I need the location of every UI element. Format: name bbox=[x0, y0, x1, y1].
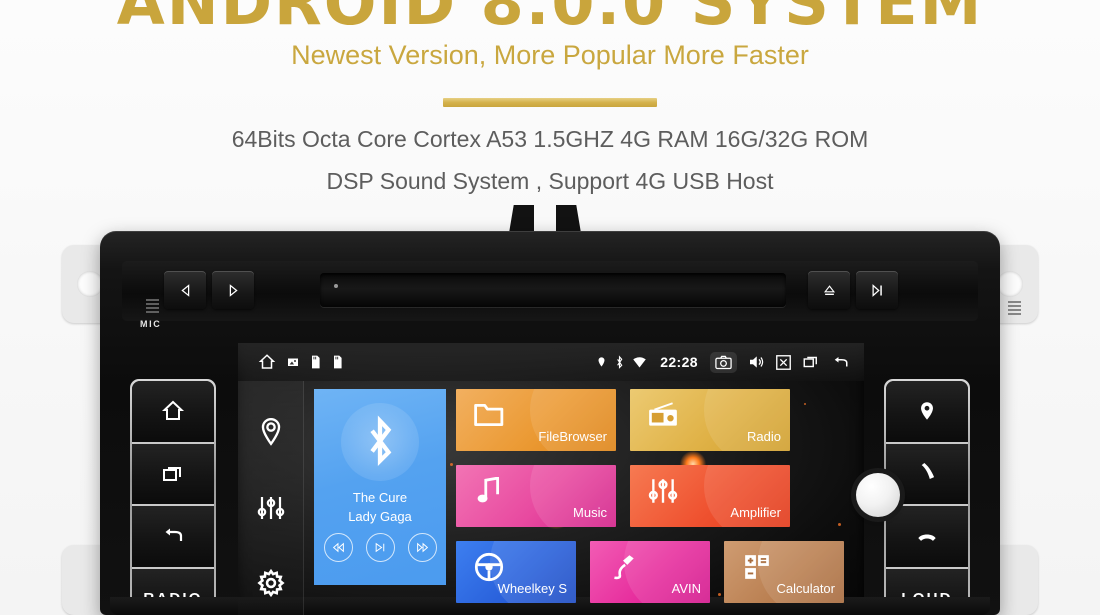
bluetooth-badge bbox=[341, 403, 419, 481]
close-x-icon[interactable] bbox=[775, 354, 792, 371]
eject-icon bbox=[823, 284, 835, 295]
widget-controls bbox=[323, 533, 437, 562]
phone-answer-icon bbox=[921, 462, 935, 479]
tile-avin[interactable]: AVIN bbox=[590, 541, 710, 603]
spec-line-2: DSP Sound System , Support 4G USB Host bbox=[326, 168, 774, 194]
home-icon bbox=[161, 400, 185, 421]
back-arrow-icon[interactable] bbox=[830, 353, 850, 371]
volume-knob[interactable] bbox=[856, 473, 900, 517]
hardkey-navigation[interactable] bbox=[886, 381, 968, 444]
tile-label: FileBrowser bbox=[538, 429, 607, 444]
hardkey-home[interactable] bbox=[132, 381, 214, 444]
play-pause-icon bbox=[872, 283, 882, 297]
recent-apps-icon bbox=[163, 466, 181, 481]
bezel-play-pause-button[interactable] bbox=[856, 271, 898, 309]
image-icon bbox=[288, 358, 298, 366]
android-screen[interactable]: 22:28 The Cure Lady Gaga FileBrowser Rad… bbox=[238, 343, 864, 615]
bezel-next-button[interactable] bbox=[212, 271, 254, 309]
folder-icon bbox=[472, 398, 506, 432]
top-bezel: MIC bbox=[122, 261, 1021, 329]
location-pin-icon[interactable] bbox=[258, 417, 284, 447]
wifi-icon bbox=[633, 356, 646, 367]
triangle-right-icon bbox=[229, 283, 238, 297]
bluetooth-music-widget[interactable]: The Cure Lady Gaga bbox=[314, 389, 446, 585]
bluetooth-icon bbox=[617, 354, 623, 369]
equalizer-icon bbox=[646, 474, 680, 508]
app-tile-grid: FileBrowser Radio Music Amplifier Wheelk… bbox=[456, 389, 844, 615]
slot-indicator bbox=[334, 284, 338, 288]
back-arrow-icon bbox=[165, 528, 183, 542]
tile-music[interactable]: Music bbox=[456, 465, 616, 527]
mic-grill-icon bbox=[146, 299, 159, 315]
camera-button[interactable] bbox=[710, 351, 737, 373]
hardkey-back[interactable] bbox=[132, 506, 214, 569]
tile-label: Music bbox=[573, 505, 607, 520]
play-pause-icon bbox=[375, 542, 384, 553]
plug-cable-icon bbox=[606, 550, 640, 584]
tile-calculator[interactable]: Calculator bbox=[724, 541, 844, 603]
widget-previous-button[interactable] bbox=[323, 533, 353, 562]
page-title: ANDROID 8.0.0 SYSTEM bbox=[116, 0, 984, 39]
radio-icon bbox=[646, 398, 680, 432]
tile-row: Music Amplifier bbox=[456, 465, 844, 527]
tile-label: AVIN bbox=[671, 581, 701, 596]
tile-amplifier[interactable]: Amplifier bbox=[630, 465, 790, 527]
widget-track-artist: Lady Gaga bbox=[348, 509, 412, 524]
location-pin-icon bbox=[921, 402, 933, 420]
bezel-previous-button[interactable] bbox=[164, 271, 206, 309]
recent-apps-icon[interactable] bbox=[802, 353, 820, 371]
previous-icon bbox=[332, 542, 344, 553]
widget-play-pause-button[interactable] bbox=[365, 533, 395, 562]
tile-label: Radio bbox=[747, 429, 781, 444]
bluetooth-icon bbox=[370, 415, 392, 467]
tile-radio[interactable]: Radio bbox=[630, 389, 790, 451]
phone-hangup-icon bbox=[918, 534, 936, 542]
car-stereo-unit: MIC 22:28 The Cure Lady Gaga FileBrowser… bbox=[0, 205, 1100, 615]
spec-line-1: 64Bits Octa Core Cortex A53 1.5GHZ 4G RA… bbox=[231, 126, 869, 152]
tile-filebrowser[interactable]: FileBrowser bbox=[456, 389, 616, 451]
tile-label: Amplifier bbox=[730, 505, 781, 520]
widget-next-button[interactable] bbox=[407, 533, 437, 562]
screen-side-rail bbox=[238, 381, 304, 615]
device-chassis: MIC 22:28 The Cure Lady Gaga FileBrowser… bbox=[100, 231, 1021, 615]
product-banner: ANDROID 8.0.0 SYSTEM Newest Version, Mor… bbox=[0, 0, 1100, 615]
mic-label: MIC bbox=[140, 319, 162, 329]
sd-card-icon bbox=[312, 355, 320, 369]
widget-track-title: The Cure bbox=[352, 490, 408, 505]
tile-label: Wheelkey S bbox=[497, 581, 567, 596]
status-clock: 22:28 bbox=[660, 354, 698, 370]
steering-wheel-icon bbox=[472, 550, 506, 584]
status-bar: 22:28 bbox=[238, 343, 864, 381]
page-subtitle: Newest Version, More Popular More Faster bbox=[291, 40, 809, 70]
calculator-icon bbox=[740, 550, 774, 584]
hardkey-end-call[interactable] bbox=[886, 506, 968, 569]
location-pin-icon bbox=[598, 357, 605, 367]
home-icon[interactable] bbox=[258, 353, 276, 371]
tile-wheelkey[interactable]: Wheelkey S bbox=[456, 541, 576, 603]
gear-icon[interactable] bbox=[256, 569, 285, 597]
music-note-icon bbox=[472, 474, 506, 508]
tile-label: Calculator bbox=[776, 581, 835, 596]
bracket-hole bbox=[997, 271, 1023, 297]
right-grill bbox=[1008, 301, 1021, 317]
sd-card-icon bbox=[334, 355, 342, 369]
equalizer-icon[interactable] bbox=[257, 495, 285, 521]
left-button-column: RADIO bbox=[130, 379, 216, 615]
spark bbox=[450, 463, 453, 466]
triangle-left-icon bbox=[180, 283, 189, 297]
gold-divider bbox=[443, 98, 657, 107]
tile-row: Wheelkey S AVIN Calculator bbox=[456, 541, 844, 603]
next-icon bbox=[416, 542, 428, 553]
hardkey-recent-apps[interactable] bbox=[132, 443, 214, 506]
disc-slot bbox=[320, 273, 786, 307]
tile-row: FileBrowser Radio bbox=[456, 389, 844, 451]
camera-icon bbox=[715, 355, 732, 369]
bezel-eject-button[interactable] bbox=[808, 271, 850, 309]
volume-icon[interactable] bbox=[747, 353, 765, 371]
